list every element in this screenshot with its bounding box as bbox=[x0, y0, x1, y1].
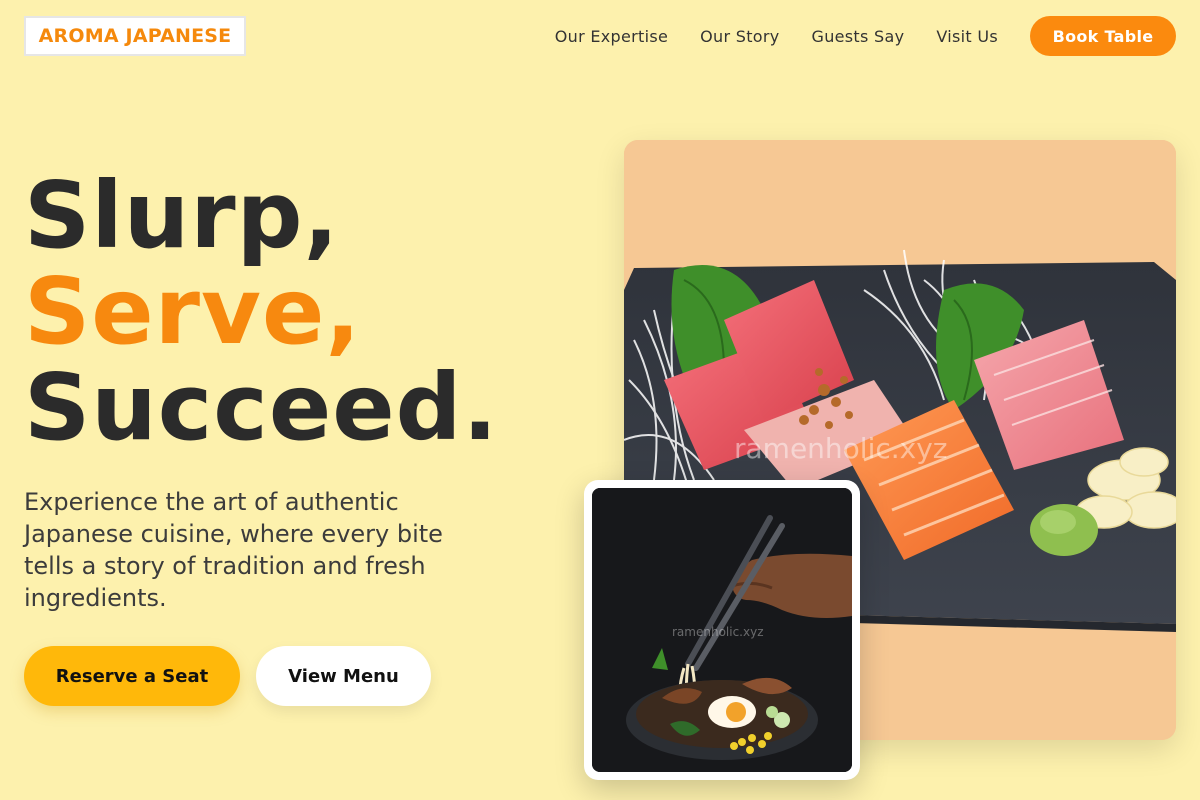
book-table-button[interactable]: Book Table bbox=[1030, 16, 1176, 56]
nav-link-guests-say[interactable]: Guests Say bbox=[812, 27, 905, 46]
main-image-watermark: ramenholic.xyz bbox=[734, 432, 948, 465]
ramen-image: ramenholic.xyz bbox=[592, 488, 852, 772]
hero-headline: Slurp, Serve, Succeed. bbox=[24, 168, 498, 456]
card-image-watermark: ramenholic.xyz bbox=[672, 625, 764, 639]
hero-subtext: Experience the art of authentic Japanese… bbox=[24, 488, 443, 612]
ramen-image-card: ramenholic.xyz bbox=[584, 480, 860, 780]
nav-link-visit-us[interactable]: Visit Us bbox=[936, 27, 998, 46]
logo[interactable]: AROMA JAPANESE bbox=[24, 16, 246, 56]
nav-link-our-story[interactable]: Our Story bbox=[700, 27, 779, 46]
nav-link-our-expertise[interactable]: Our Expertise bbox=[555, 27, 668, 46]
reserve-seat-button[interactable]: Reserve a Seat bbox=[24, 646, 240, 706]
headline-line-1: Slurp, bbox=[24, 162, 340, 269]
headline-line-2: Serve, bbox=[24, 258, 362, 365]
top-nav: Our Expertise Our Story Guests Say Visit… bbox=[555, 16, 1176, 56]
view-menu-button[interactable]: View Menu bbox=[256, 646, 431, 706]
headline-line-3: Succeed. bbox=[24, 354, 499, 461]
